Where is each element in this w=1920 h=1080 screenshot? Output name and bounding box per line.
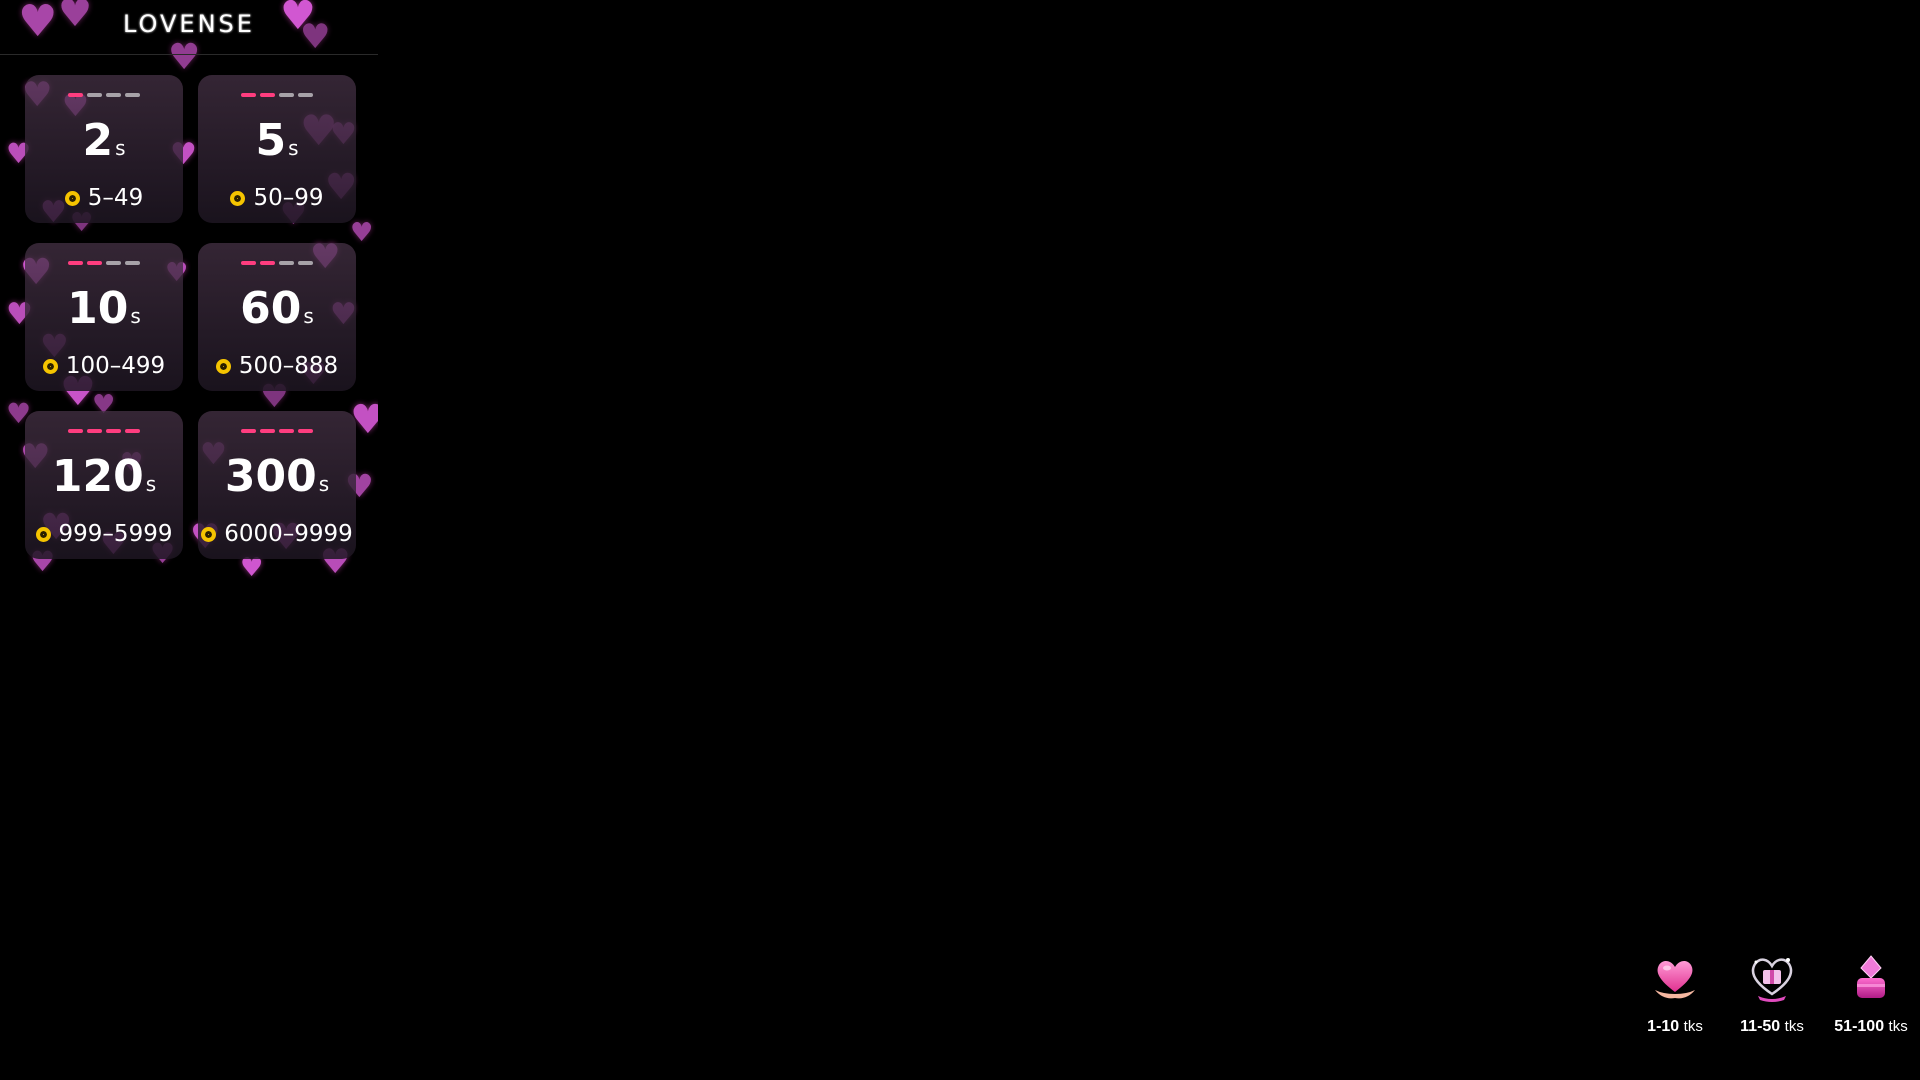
intensity-bars [198, 429, 356, 433]
intensity-bar [106, 93, 121, 97]
duration-value: 60 [240, 283, 302, 334]
duration-unit: s [115, 136, 126, 160]
lovense-tip-panel: ♥♥♥♥♥♥♥♥♥♥♥♥♥♥♥♥♥♥♥♥♥♥♥♥♥♥♥♥♥♥♥♥♥♥♥♥♥♥♥♥… [0, 0, 378, 580]
intensity-bar [125, 429, 140, 433]
tip-label: 11-50 tks [1727, 1018, 1817, 1036]
intensity-bar [260, 93, 275, 97]
duration-value: 2 [82, 115, 114, 166]
intensity-bar [298, 429, 313, 433]
tip-range: 1-10 [1647, 1018, 1680, 1035]
coin-icon [215, 358, 231, 374]
logo-text: LOVENSE [123, 10, 255, 38]
duration-unit: s [303, 304, 314, 328]
duration-value: 5 [255, 115, 287, 166]
intensity-bar [125, 261, 140, 265]
intensity-bar [87, 261, 102, 265]
tip-range: 11-50 [1740, 1018, 1781, 1035]
intensity-bar [241, 429, 256, 433]
token-range: 5–49 [25, 185, 183, 211]
token-range-value: 5–49 [87, 185, 144, 211]
level-card-4: 60 s 500–888 [198, 243, 356, 391]
tip-unit: tks [1784, 1018, 1804, 1035]
tip-item-3[interactable]: 51-100 tks [1826, 950, 1916, 1036]
token-range-value: 6000–9999 [224, 521, 353, 547]
duration: 120 s [25, 451, 183, 502]
intensity-bar [241, 261, 256, 265]
tip-item-1[interactable]: 1-10 tks [1630, 950, 1720, 1036]
ring-box-icon [1857, 955, 1885, 998]
intensity-bar [279, 261, 294, 265]
intensity-bar [106, 429, 121, 433]
duration-value: 10 [67, 283, 129, 334]
tip-label: 51-100 tks [1826, 1018, 1916, 1036]
heart-gift-icon [1751, 958, 1793, 1002]
tip-menu: 1-10 tks 11-50 tks 51-100 tks [1630, 950, 1920, 1040]
intensity-bar [279, 429, 294, 433]
token-range: 100–499 [25, 353, 183, 379]
coin-icon [201, 526, 217, 542]
duration-unit: s [130, 304, 141, 328]
intensity-bar [260, 261, 275, 265]
coin-icon [35, 526, 51, 542]
intensity-bar [279, 93, 294, 97]
intensity-bar [241, 93, 256, 97]
intensity-bars [25, 261, 183, 265]
intensity-bar [87, 93, 102, 97]
intensity-bar [68, 261, 83, 265]
duration-value: 300 [224, 451, 317, 502]
tip-item-2[interactable]: 11-50 tks [1727, 950, 1817, 1036]
intensity-bars [198, 93, 356, 97]
heart-decoration-icon: ♥ [350, 218, 374, 248]
token-range-value: 100–499 [65, 353, 166, 379]
intensity-bar [125, 93, 140, 97]
token-range-value: 999–5999 [58, 521, 173, 547]
tip-unit: tks [1888, 1018, 1908, 1035]
level-card-3: 10 s 100–499 [25, 243, 183, 391]
duration-unit: s [145, 472, 157, 496]
duration-unit: s [318, 472, 330, 496]
duration: 300 s [198, 451, 356, 502]
intensity-bars [25, 93, 183, 97]
duration: 10 s [25, 283, 183, 334]
intensity-bar [68, 429, 83, 433]
tip-unit: tks [1683, 1018, 1703, 1035]
intensity-bar [106, 261, 121, 265]
coin-icon [42, 358, 58, 374]
duration: 2s [25, 115, 183, 166]
level-card-2: 5s 50–99 [198, 75, 356, 223]
lovense-logo: LOVENSE [0, 0, 378, 55]
token-range: 500–888 [198, 353, 356, 379]
intensity-bar [87, 429, 102, 433]
coin-icon [230, 190, 246, 206]
token-range-value: 50–99 [253, 185, 324, 211]
intensity-bar [68, 93, 83, 97]
stage: ♥♥♥♥♥♥♥♥♥♥♥♥♥♥♥♥♥♥♥♥♥♥♥♥♥♥♥♥♥♥♥♥♥♥♥♥♥♥♥♥… [0, 0, 1920, 1080]
coin-icon [64, 190, 80, 206]
token-range: 6000–9999 [198, 521, 356, 547]
duration-value: 120 [51, 451, 144, 502]
tip-label: 1-10 tks [1630, 1018, 1720, 1036]
token-range-value: 500–888 [238, 353, 339, 379]
duration: 60 s [198, 283, 356, 334]
intensity-bars [25, 429, 183, 433]
tip-range: 51-100 [1834, 1018, 1885, 1035]
level-card-1: 2s 5–49 [25, 75, 183, 223]
level-card-5: 120 s 999–5999 [25, 411, 183, 559]
intensity-bar [260, 429, 275, 433]
level-card-6: 300 s 6000–9999 [198, 411, 356, 559]
heart-hands-icon [1655, 961, 1695, 999]
intensity-bars [198, 261, 356, 265]
duration: 5s [198, 115, 356, 166]
intensity-bar [298, 261, 313, 265]
duration-unit: s [288, 136, 299, 160]
intensity-bar [298, 93, 313, 97]
token-range: 50–99 [198, 185, 356, 211]
token-range: 999–5999 [25, 521, 183, 547]
